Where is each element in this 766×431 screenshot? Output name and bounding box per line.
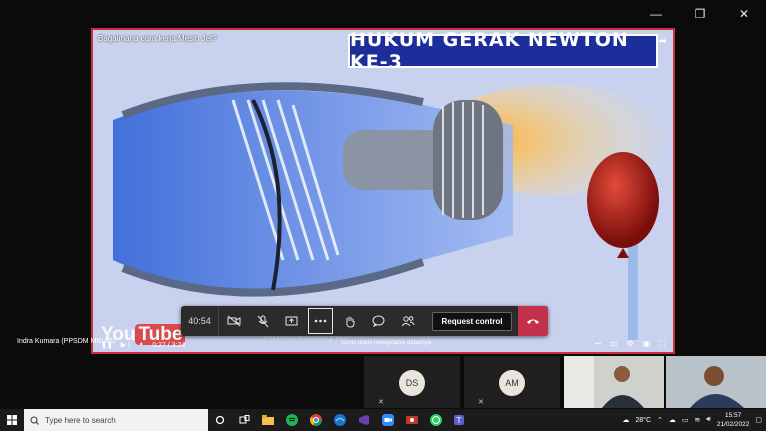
chat-icon[interactable] — [364, 306, 393, 336]
jet-engine-illustration — [93, 30, 673, 352]
task-view-icon[interactable] — [232, 409, 256, 431]
hang-up-button[interactable] — [518, 306, 548, 336]
cloud-sun-icon[interactable]: ☁ — [622, 416, 629, 424]
zoom-icon[interactable] — [376, 409, 400, 431]
banner-text: HUKUM GERAK NEWTON KE-3 — [350, 29, 629, 73]
share-icon[interactable] — [277, 306, 306, 336]
request-control-button[interactable]: Request control — [432, 311, 512, 331]
camera-off-icon[interactable] — [219, 306, 248, 336]
network-icon[interactable]: ▭ — [682, 416, 689, 424]
window-controls: — ❐ ✕ — [634, 0, 766, 28]
participant-tile-ds[interactable]: DS ✕ — [364, 356, 460, 408]
participant-video-1[interactable] — [564, 356, 664, 408]
chevron-up-icon[interactable]: ⌃ — [657, 416, 663, 424]
svg-text:T: T — [456, 416, 462, 425]
search-icon — [30, 416, 39, 425]
video-progress: 0:27 / 3:24 — [152, 341, 186, 349]
media-player-icon[interactable] — [400, 409, 424, 431]
fullscreen-icon[interactable]: ⛶ — [659, 339, 665, 349]
onedrive-icon[interactable]: ☁ — [669, 416, 676, 424]
visual-studio-icon[interactable] — [352, 409, 376, 431]
teams-icon[interactable]: T — [448, 409, 472, 431]
video-player-bar: ❚❚ ▶❘ 🔈︎ 0:27 / 3:24 — [93, 338, 673, 352]
miniplayer-icon[interactable]: ▣ — [643, 339, 651, 349]
mic-off-icon: ✕ — [478, 399, 484, 406]
windows-taskbar: Type here to search T ☁ 28°C ⌃ ☁ ▭ ≋ 🔊︎ … — [0, 409, 766, 431]
edge-icon[interactable] — [328, 409, 352, 431]
person-video-feed — [564, 356, 664, 408]
search-placeholder: Type here to search — [45, 415, 116, 425]
wifi-icon[interactable]: ≋ — [695, 416, 701, 424]
start-button[interactable] — [0, 409, 24, 431]
participants-icon[interactable] — [393, 306, 422, 336]
whatsapp-icon[interactable] — [424, 409, 448, 431]
cortana-icon[interactable] — [208, 409, 232, 431]
taskbar-search[interactable]: Type here to search — [24, 409, 208, 431]
video-title: Bagaimana cara kerja Mesin Jet? — [98, 34, 217, 43]
video-right-controls: ⊸ ▭ ⚙ ▣ ⛶ — [594, 339, 665, 349]
avatar: DS — [399, 370, 425, 396]
clock-date: 21/02/2022 — [716, 421, 750, 428]
volume-icon[interactable]: 🔊︎ — [706, 416, 710, 424]
file-explorer-icon[interactable] — [256, 409, 280, 431]
windows-logo-icon — [7, 415, 17, 425]
notification-icon[interactable]: ▢ — [755, 416, 762, 424]
phone-hangup-icon — [527, 319, 539, 324]
call-timer: 40:54 — [181, 306, 219, 336]
clock[interactable]: 15:57 21/02/2022 — [717, 411, 750, 429]
chrome-icon[interactable] — [304, 409, 328, 431]
person-video-feed — [666, 356, 766, 408]
system-tray: ☁ 28°C ⌃ ☁ ▭ ≋ 🔊︎ 15:57 21/02/2022 ▢ — [622, 409, 766, 431]
clock-time: 15:57 — [724, 412, 742, 419]
settings-icon[interactable]: ⚙ — [627, 339, 634, 349]
more-icon[interactable] — [306, 306, 335, 336]
minimize-button[interactable]: — — [634, 0, 678, 28]
call-controls: 40:54 Request control — [181, 306, 548, 336]
autoplay-toggle-icon[interactable]: ⊸ — [594, 339, 601, 349]
close-button[interactable]: ✕ — [722, 0, 766, 28]
mic-off-icon: ✕ — [378, 399, 384, 406]
spotify-icon[interactable] — [280, 409, 304, 431]
participant-video-2[interactable] — [666, 356, 766, 408]
next-icon[interactable]: ▶❘ — [121, 341, 132, 349]
weather-temp[interactable]: 28°C — [635, 417, 651, 424]
captions-icon[interactable]: ▭ — [610, 339, 618, 349]
participant-tile-am[interactable]: AM ✕ — [464, 356, 560, 408]
avatar: AM — [499, 370, 525, 396]
raise-hand-icon[interactable] — [335, 306, 364, 336]
volume-icon[interactable]: 🔈︎ — [140, 341, 144, 349]
restore-button[interactable]: ❐ — [678, 0, 722, 28]
share-arrow-icon[interactable]: ➦ — [659, 36, 667, 47]
teams-window: — ❐ ✕ Bagaimana cara kerja Mesin Jet? ➦ … — [0, 0, 766, 431]
mic-off-icon[interactable] — [248, 306, 277, 336]
presenter-name: Indra Kumara (PPSDM MIGAS) — [17, 338, 116, 345]
title-banner: HUKUM GERAK NEWTON KE-3 — [348, 30, 658, 73]
